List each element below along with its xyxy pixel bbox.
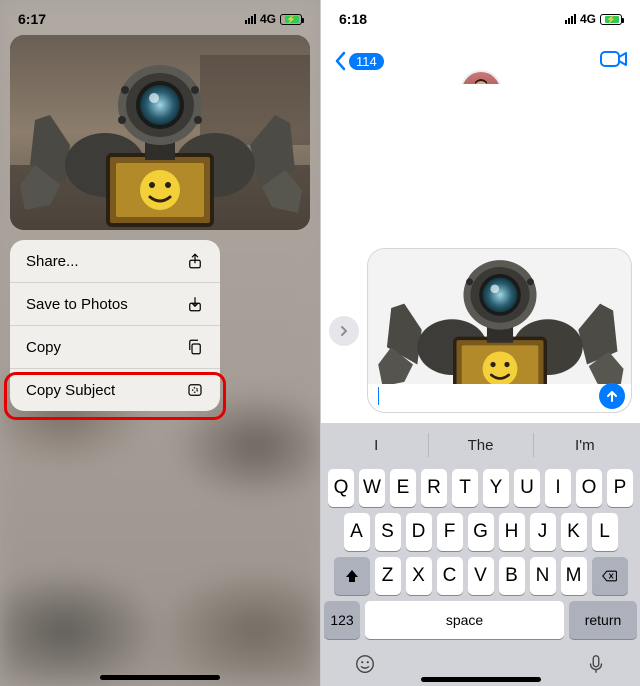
key-b[interactable]: B xyxy=(499,557,525,595)
back-button[interactable]: 114 xyxy=(333,51,384,71)
home-indicator[interactable] xyxy=(100,675,220,680)
arrow-up-icon xyxy=(605,389,619,403)
text-caret xyxy=(378,387,379,405)
send-button[interactable] xyxy=(599,383,625,409)
menu-label: Save to Photos xyxy=(26,296,128,313)
menu-label: Share... xyxy=(26,253,79,270)
share-icon xyxy=(186,252,204,270)
key-z[interactable]: Z xyxy=(375,557,401,595)
left-screenshot: 6:17 4G ⚡ xyxy=(0,0,320,686)
key-l[interactable]: L xyxy=(592,513,618,551)
message-input-bubble[interactable] xyxy=(367,248,632,413)
prediction-1[interactable]: The xyxy=(428,427,532,463)
menu-item-share[interactable]: Share... xyxy=(10,240,220,283)
key-row-4: 123 space return xyxy=(324,601,637,639)
attached-subject-image xyxy=(368,249,631,384)
battery-icon: ⚡ xyxy=(280,14,302,25)
menu-label: Copy Subject xyxy=(26,382,115,399)
chevron-right-icon xyxy=(338,325,350,337)
battery-icon: ⚡ xyxy=(600,14,622,25)
video-icon xyxy=(600,49,628,69)
key-y[interactable]: Y xyxy=(483,469,509,507)
mic-icon xyxy=(585,653,607,675)
key-t[interactable]: T xyxy=(452,469,478,507)
copy-icon xyxy=(186,338,204,356)
key-g[interactable]: G xyxy=(468,513,494,551)
dictate-button[interactable] xyxy=(585,653,607,680)
key-d[interactable]: D xyxy=(406,513,432,551)
key-row-1: Q W E R T Y U I O P xyxy=(324,469,637,507)
navigation-bar: 114 Pratik xyxy=(321,32,640,84)
back-count-badge: 114 xyxy=(349,53,384,70)
backspace-icon xyxy=(602,568,618,584)
key-s[interactable]: S xyxy=(375,513,401,551)
status-bar: 6:17 4G ⚡ xyxy=(0,0,320,32)
key-x[interactable]: X xyxy=(406,557,432,595)
key-w[interactable]: W xyxy=(359,469,385,507)
key-v[interactable]: V xyxy=(468,557,494,595)
menu-item-copy-subject[interactable]: Copy Subject xyxy=(10,369,220,411)
key-f[interactable]: F xyxy=(437,513,463,551)
key-k[interactable]: K xyxy=(561,513,587,551)
right-screenshot: 6:18 4G ⚡ 114 Pratik xyxy=(320,0,640,686)
key-h[interactable]: H xyxy=(499,513,525,551)
status-right: 4G ⚡ xyxy=(565,12,622,26)
status-time: 6:18 xyxy=(339,11,367,27)
prediction-0[interactable]: I xyxy=(324,427,428,463)
menu-label: Copy xyxy=(26,339,61,356)
key-i[interactable]: I xyxy=(545,469,571,507)
key-r[interactable]: R xyxy=(421,469,447,507)
key-m[interactable]: M xyxy=(561,557,587,595)
key-p[interactable]: P xyxy=(607,469,633,507)
prediction-2[interactable]: I'm xyxy=(533,427,637,463)
key-return[interactable]: return xyxy=(569,601,637,639)
keyboard-footer xyxy=(324,645,637,680)
key-j[interactable]: J xyxy=(530,513,556,551)
chevron-left-icon xyxy=(333,51,347,71)
shift-icon xyxy=(344,568,360,584)
compose-row xyxy=(329,248,632,413)
menu-item-copy[interactable]: Copy xyxy=(10,326,220,369)
text-input-row[interactable] xyxy=(368,384,631,412)
key-shift[interactable] xyxy=(334,557,370,595)
image-preview[interactable] xyxy=(10,35,310,230)
key-u[interactable]: U xyxy=(514,469,540,507)
facetime-button[interactable] xyxy=(600,49,628,74)
key-123[interactable]: 123 xyxy=(324,601,360,639)
download-icon xyxy=(186,295,204,313)
home-indicator[interactable] xyxy=(421,677,541,682)
key-q[interactable]: Q xyxy=(328,469,354,507)
context-menu: Share... Save to Photos Copy Copy Subjec… xyxy=(10,240,220,411)
signal-icon xyxy=(245,14,256,24)
keyboard: I The I'm Q W E R T Y U I O P A S D F G … xyxy=(321,423,640,686)
robot-image xyxy=(10,35,310,230)
key-o[interactable]: O xyxy=(576,469,602,507)
key-a[interactable]: A xyxy=(344,513,370,551)
status-time: 6:17 xyxy=(18,11,46,27)
collapse-apps-button[interactable] xyxy=(329,316,359,346)
status-right: 4G ⚡ xyxy=(245,12,302,26)
key-delete[interactable] xyxy=(592,557,628,595)
network-label: 4G xyxy=(260,12,276,26)
network-label: 4G xyxy=(580,12,596,26)
emoji-button[interactable] xyxy=(354,653,376,680)
key-c[interactable]: C xyxy=(437,557,463,595)
emoji-icon xyxy=(354,653,376,675)
key-e[interactable]: E xyxy=(390,469,416,507)
subject-icon xyxy=(186,381,204,399)
status-bar: 6:18 4G ⚡ xyxy=(321,0,640,32)
key-row-3: Z X C V B N M xyxy=(324,557,637,595)
conversation-area xyxy=(321,84,640,423)
key-space[interactable]: space xyxy=(365,601,564,639)
prediction-bar: I The I'm xyxy=(324,427,637,463)
key-n[interactable]: N xyxy=(530,557,556,595)
signal-icon xyxy=(565,14,576,24)
key-row-2: A S D F G H J K L xyxy=(324,513,637,551)
menu-item-save[interactable]: Save to Photos xyxy=(10,283,220,326)
